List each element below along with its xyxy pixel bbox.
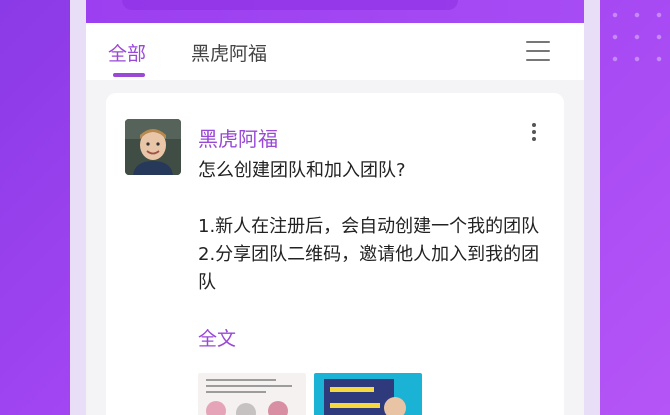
avatar-image — [125, 119, 181, 175]
post-image-1[interactable] — [198, 373, 306, 415]
tab-user[interactable]: 黑虎阿福 — [191, 39, 267, 66]
tab-bar: 全部 黑虎阿福 — [86, 23, 584, 80]
top-bar — [86, 0, 584, 23]
app-screen: 全部 黑虎阿福 黑虎阿福 怎么创建团队和加入团队? 1.新人在注册后，会自动创建… — [86, 0, 584, 415]
full-text-link[interactable]: 全文 — [198, 324, 236, 351]
hamburger-menu-icon[interactable] — [526, 41, 550, 61]
background-pattern — [600, 0, 670, 70]
post-title: 怎么创建团队和加入团队? — [198, 160, 406, 181]
post-author[interactable]: 黑虎阿福 — [198, 123, 278, 152]
post-card: 黑虎阿福 怎么创建团队和加入团队? 1.新人在注册后，会自动创建一个我的团队 2… — [106, 93, 564, 415]
more-vertical-icon[interactable] — [531, 123, 537, 143]
top-bar-handle — [122, 0, 458, 10]
tab-all[interactable]: 全部 — [108, 39, 146, 66]
avatar[interactable] — [125, 119, 181, 175]
post-line-1: 1.新人在注册后，会自动创建一个我的团队 — [198, 216, 540, 237]
post-image-2[interactable] — [314, 373, 422, 415]
post-body: 怎么创建团队和加入团队? 1.新人在注册后，会自动创建一个我的团队 2.分享团队… — [198, 157, 548, 297]
active-tab-indicator — [113, 73, 145, 77]
post-line-2: 2.分享团队二维码，邀请他人加入到我的团队 — [198, 244, 540, 293]
